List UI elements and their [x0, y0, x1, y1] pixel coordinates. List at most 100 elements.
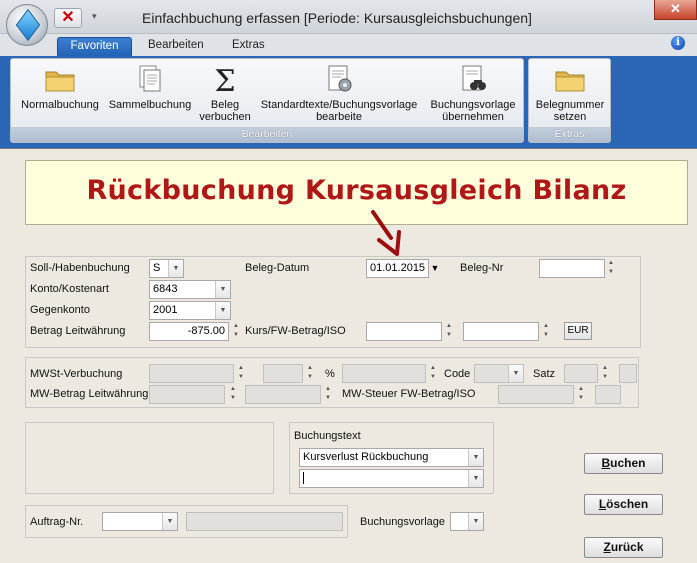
soll-haben-select[interactable]: S ▼	[149, 259, 184, 278]
chevron-down-icon[interactable]: ▼	[215, 281, 230, 298]
ribbon-group-extras: Belegnummer setzen Extras	[528, 58, 611, 143]
buchungstext-2-input[interactable]: ▼	[299, 469, 484, 488]
help-info-icon[interactable]: i	[671, 36, 685, 50]
calendar-dropdown-icon[interactable]: ▼	[430, 263, 440, 273]
mw-betrag-input[interactable]	[149, 385, 225, 404]
chevron-down-icon[interactable]: ▼	[168, 260, 183, 277]
documents-icon	[139, 65, 161, 92]
quick-access-dropdown-icon[interactable]: ▾	[92, 11, 97, 22]
mw-betrag-label: MW-Betrag Leitwährung	[30, 388, 149, 400]
mw-betrag-spinner-icon[interactable]: ▲ ▼	[228, 385, 238, 404]
application-menu-button[interactable]	[6, 4, 48, 46]
buchungstext-value: Kursverlust Rückbuchung	[303, 451, 429, 463]
buchungstext-label: Buchungstext	[294, 430, 361, 442]
mwst-percent-input[interactable]	[263, 364, 303, 383]
beleg-datum-value: 01.01.2015	[370, 262, 426, 274]
chevron-down-icon[interactable]: ▼	[468, 449, 483, 466]
chevron-down-icon[interactable]: ▼	[162, 513, 177, 530]
buchungstext-select[interactable]: Kursverlust Rückbuchung ▼	[299, 448, 484, 467]
zurueck-button[interactable]: Zurück	[584, 537, 663, 558]
gegenkonto-select[interactable]: 2001 ▼	[149, 301, 231, 320]
ribbon-group-label-bearbeiten: Bearbeiten	[11, 127, 523, 142]
zurueck-accelerator: Z	[603, 540, 611, 554]
mw-steuer-fw-input[interactable]	[498, 385, 574, 404]
mwst-amount-spinner-icon[interactable]: ▲ ▼	[428, 364, 438, 383]
code-select[interactable]: ▼	[474, 364, 524, 383]
mw-steuer-fw-label: MW-Steuer FW-Betrag/ISO	[342, 388, 476, 400]
mw-steuer-fw-spinner-icon[interactable]: ▲ ▼	[576, 385, 586, 404]
svg-text:Σ: Σ	[214, 64, 235, 95]
beleg-verbuchen-button[interactable]: Σ Beleg verbuchen	[195, 61, 255, 129]
mwst-verbuchung-input[interactable]	[149, 364, 234, 383]
mwst-percent-spinner-icon[interactable]: ▲ ▼	[305, 364, 315, 383]
kurs-label: Kurs/FW-Betrag/ISO	[245, 325, 346, 337]
belegnummer-label-line1: Belegnummer	[535, 99, 605, 111]
satz-label: Satz	[533, 368, 556, 380]
standardtexte-buchungsvorlage-button[interactable]: Standardtexte/Buchungsvorlage bearbeite	[255, 61, 423, 129]
window-close-button[interactable]: ✕	[654, 0, 697, 20]
buchungsvorlage-select[interactable]: ▼	[450, 512, 484, 531]
chevron-down-icon[interactable]: ▼	[508, 365, 523, 382]
buchungsvorlage-uebernehmen-label-line2: übernehmen	[442, 111, 504, 123]
ribbon-tab-row: Favoriten Bearbeiten Extras	[0, 34, 697, 56]
empty-info-frame	[25, 422, 274, 494]
percent-label: %	[325, 368, 335, 380]
chevron-down-icon[interactable]: ▼	[215, 302, 230, 319]
sammelbuchung-button[interactable]: Sammelbuchung	[105, 61, 195, 129]
kurs-spinner-icon[interactable]: ▲ ▼	[444, 322, 454, 341]
tab-bearbeiten[interactable]: Bearbeiten	[138, 37, 214, 56]
satz-spinner-icon[interactable]: ▲ ▼	[600, 364, 610, 383]
loeschen-label: öschen	[606, 497, 649, 511]
mw-steuer-iso-field[interactable]	[595, 385, 621, 404]
standardtexte-label-line1: Standardtexte/Buchungsvorlage	[260, 99, 418, 111]
satz-extra-field[interactable]	[619, 364, 637, 383]
kurs-input[interactable]	[366, 322, 442, 341]
zurueck-label: urück	[610, 540, 644, 554]
betrag-label: Betrag Leitwährung	[30, 325, 126, 337]
beleg-datum-input[interactable]: 01.01.2015	[366, 259, 429, 278]
chevron-down-icon[interactable]: ▼	[468, 470, 483, 487]
folder-icon	[555, 71, 585, 92]
mwst-spinner-icon[interactable]: ▲ ▼	[236, 364, 246, 383]
ribbon-group-bearbeiten: Normalbuchung Sammelbuchung Σ Beleg verb…	[10, 58, 524, 143]
beleg-nr-input[interactable]	[539, 259, 605, 278]
mwst-label: MWSt-Verbuchung	[30, 368, 123, 380]
document-gear-icon	[328, 65, 352, 92]
betrag-input[interactable]: -875.00	[149, 322, 229, 341]
betrag-spinner-icon[interactable]: ▲ ▼	[231, 322, 241, 341]
quick-access-close-button[interactable]: ✕	[54, 8, 82, 28]
fw-betrag-input[interactable]	[463, 322, 539, 341]
konto-select[interactable]: 6843 ▼	[149, 280, 231, 299]
mw-betrag-2-input[interactable]	[245, 385, 321, 404]
mw-betrag-2-spinner-icon[interactable]: ▲ ▼	[323, 385, 333, 404]
red-arrow-annotation-icon	[371, 210, 401, 256]
loeschen-button[interactable]: Löschen	[584, 494, 663, 515]
tab-extras[interactable]: Extras	[222, 37, 275, 56]
normalbuchung-button[interactable]: Normalbuchung	[15, 61, 105, 129]
beleg-nr-spinner-icon[interactable]: ▲ ▼	[606, 259, 616, 278]
satz-input[interactable]	[564, 364, 598, 383]
beleg-verbuchen-label-line1: Beleg	[210, 99, 240, 111]
soll-haben-value: S	[153, 262, 161, 274]
close-x-icon: ✕	[61, 9, 75, 26]
chevron-down-icon[interactable]: ▼	[468, 513, 483, 530]
mwst-amount-input[interactable]	[342, 364, 426, 383]
window-title: Einfachbuchung erfassen [Periode: Kursau…	[142, 10, 532, 26]
beleg-verbuchen-label-line2: verbuchen	[199, 111, 251, 123]
fw-betrag-spinner-icon[interactable]: ▲ ▼	[541, 322, 551, 341]
currency-iso-button[interactable]: EUR	[564, 322, 592, 340]
belegnummer-setzen-button[interactable]: Belegnummer setzen	[531, 61, 609, 129]
konto-label: Konto/Kostenart	[30, 283, 109, 295]
auftrag-select[interactable]: ▼	[102, 512, 178, 531]
gegenkonto-label: Gegenkonto	[30, 304, 90, 316]
cube-icon	[15, 8, 41, 42]
code-label: Code	[444, 368, 471, 380]
normalbuchung-label: Normalbuchung	[21, 99, 99, 111]
buchungsvorlage-uebernehmen-button[interactable]: Buchungsvorlage übernehmen	[423, 61, 523, 129]
tab-favoriten[interactable]: Favoriten	[57, 37, 132, 56]
ribbon-group-label-extras: Extras	[529, 127, 610, 142]
buchen-button[interactable]: Buchen	[584, 453, 663, 474]
close-icon: ✕	[670, 1, 681, 16]
folder-icon	[45, 71, 75, 92]
betrag-value: -875.00	[187, 325, 225, 337]
